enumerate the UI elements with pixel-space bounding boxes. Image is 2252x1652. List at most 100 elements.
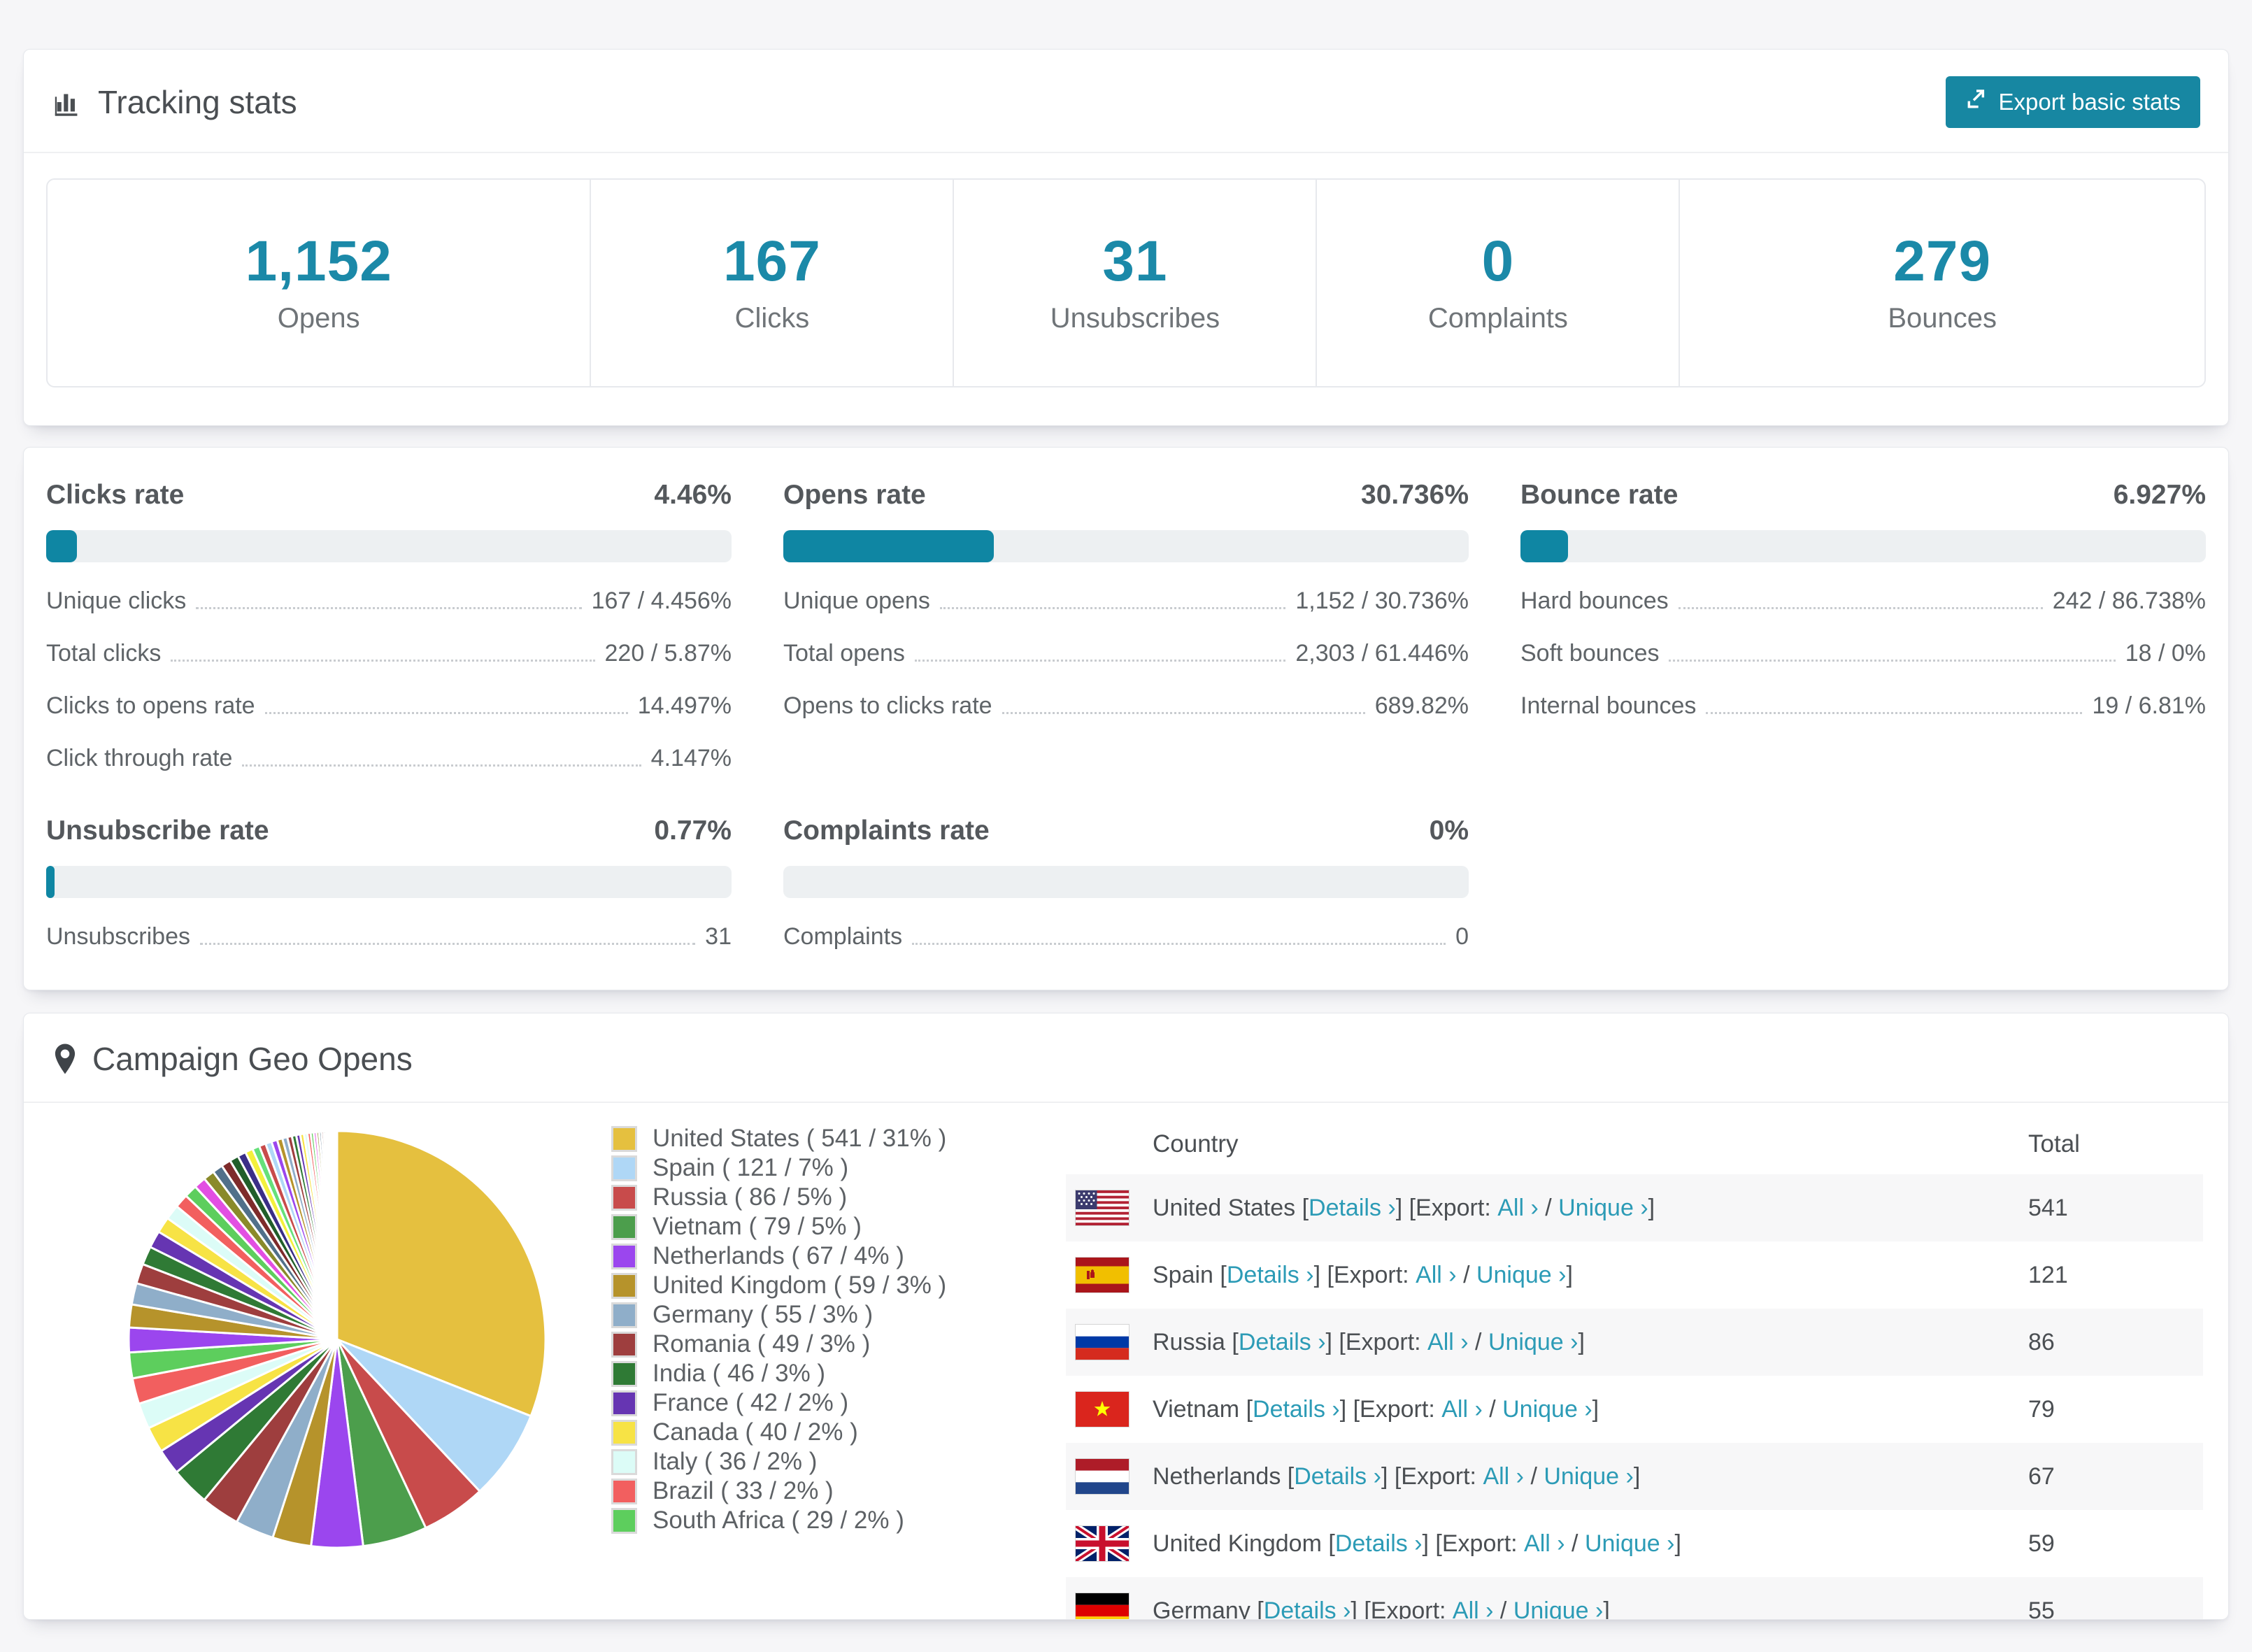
metric-value: 0 [1455,923,1469,950]
export-unique-link[interactable]: Unique › [1558,1195,1648,1222]
dotted-leader [199,943,696,945]
tracking-stats-card: Tracking stats Export basic stats 1,152 O… [23,49,2229,426]
country-cell: Germany [Details ›] [Export: All › / Uni… [1066,1593,2028,1620]
bracket-text: [ [1287,1462,1295,1490]
details-link[interactable]: Details › [1294,1463,1381,1490]
tracking-stats-title: Tracking stats [52,83,297,121]
export-unique-link[interactable]: Unique › [1502,1396,1592,1423]
pie-slice-other [334,1130,338,1341]
export-unique-link[interactable]: Unique › [1513,1597,1604,1620]
export-basic-stats-button[interactable]: Export basic stats [1945,76,2200,128]
map-pin-icon [52,1043,78,1075]
rate-section-opens: Opens rate 30.736% Unique opens 1,152 / 30.… [783,480,1469,772]
separator-text: / [1482,1395,1503,1423]
total-cell: 55 [2028,1597,2055,1620]
country-name: United States [1153,1194,1302,1221]
metric-value: 14.497% [637,692,732,719]
metric-value: 167 / 4.456% [591,588,732,614]
rate-value: 0.77% [654,816,732,846]
details-link[interactable]: Details › [1264,1597,1351,1620]
export-unique-link[interactable]: Unique › [1476,1262,1567,1289]
legend-item-vietnam: Vietnam ( 79 / 5% ) [611,1212,1066,1241]
table-row-vietnam: Vietnam [Details ›] [Export: All › / Uni… [1066,1376,2203,1443]
metric-row: Hard bounces 242 / 86.738% [1520,588,2206,615]
metric-row: Unsubscribes 31 [46,923,732,950]
rate-section-unsubscribe: Unsubscribe rate 0.77% Unsubscribes 31 [46,816,732,950]
export-all-link[interactable]: All › [1524,1530,1565,1558]
legend-label: Netherlands ( 67 / 4% ) [653,1242,904,1269]
metric-label: Total clicks [46,640,162,667]
geo-opens-title: Campaign Geo Opens [52,1040,413,1078]
bracket-text: ] [Export: [1422,1530,1525,1557]
table-row-netherlands: Netherlands [Details ›] [Export: All › /… [1066,1443,2203,1510]
bracket-text: ] [1592,1395,1599,1423]
export-all-link[interactable]: All › [1453,1597,1494,1620]
total-cell: 86 [2028,1328,2055,1355]
export-unique-link[interactable]: Unique › [1585,1530,1675,1558]
progress-fill [783,530,995,562]
legend-item-united-states: United States ( 541 / 31% ) [611,1124,1066,1153]
total-cell: 67 [2028,1462,2055,1490]
metric-value: 242 / 86.738% [2052,588,2206,614]
details-link[interactable]: Details › [1239,1329,1326,1356]
export-all-link[interactable]: All › [1497,1195,1539,1222]
legend-swatch [611,1331,637,1358]
bracket-text: ] [Export: [1313,1261,1416,1288]
legend-item-italy: Italy ( 36 / 2% ) [611,1447,1066,1476]
export-all-link[interactable]: All › [1427,1329,1469,1356]
legend-item-france: France ( 42 / 2% ) [611,1388,1066,1418]
export-unique-link[interactable]: Unique › [1544,1463,1634,1490]
legend-label: South Africa ( 29 / 2% ) [653,1507,904,1534]
flag-ru-icon [1076,1325,1129,1360]
table-row-russia: Russia [Details ›] [Export: All › / Uniq… [1066,1309,2203,1376]
dotted-leader [1678,607,2043,609]
flag-de-icon [1076,1593,1129,1619]
bracket-text: ] [Export: [1351,1597,1453,1620]
legend-item-germany: Germany ( 55 / 3% ) [611,1300,1066,1330]
metric-value: 4.147% [650,745,732,771]
stat-label: Bounces [1888,303,1997,334]
legend-label: Russia ( 86 / 5% ) [653,1183,848,1211]
bracket-text: ] [Export: [1325,1328,1428,1355]
metric-label: Unique opens [783,588,930,614]
stat-tile-complaints: 0 Complaints [1316,180,1679,386]
bracket-text: ] [1603,1597,1610,1620]
metric-row: Unique opens 1,152 / 30.736% [783,588,1469,615]
separator-text: / [1456,1261,1476,1288]
metric-value: 1,152 / 30.736% [1295,588,1469,614]
details-link[interactable]: Details › [1335,1530,1423,1558]
legend-item-south-africa: South Africa ( 29 / 2% ) [611,1506,1066,1535]
metric-label: Click through rate [46,745,233,771]
metric-row: Unique clicks 167 / 4.456% [46,588,732,615]
details-link[interactable]: Details › [1227,1262,1314,1289]
legend-item-canada: Canada ( 40 / 2% ) [611,1418,1066,1447]
metric-label: Opens to clicks rate [783,692,992,719]
legend-item-spain: Spain ( 121 / 7% ) [611,1153,1066,1183]
metric-value: 220 / 5.87% [604,640,732,667]
export-all-link[interactable]: All › [1441,1396,1483,1423]
rate-head-opens: Opens rate 30.736% [783,480,1469,511]
details-link[interactable]: Details › [1253,1396,1340,1423]
stat-value: 167 [723,229,821,293]
geo-legend: United States ( 541 / 31% ) Spain ( 121 /… [611,1103,1066,1535]
rate-rows: Unsubscribes 31 [46,923,732,950]
progress-bar-complaints [783,866,1469,898]
legend-swatch [611,1419,637,1446]
dotted-leader [171,660,595,662]
rate-section-complaints: Complaints rate 0% Complaints 0 [783,816,1469,950]
stats-tiles: 1,152 Opens 167 Clicks 31 Unsubscribes 0 Compla… [46,178,2206,387]
export-all-link[interactable]: All › [1416,1262,1457,1289]
stat-label: Complaints [1427,303,1568,334]
dotted-leader [242,764,641,767]
bracket-text: ] [1648,1194,1655,1221]
export-all-link[interactable]: All › [1483,1463,1524,1490]
metric-value: 19 / 6.81% [2092,692,2206,719]
flag-vn-icon [1076,1392,1129,1427]
rate-section-clicks: Clicks rate 4.46% Unique clicks 167 / 4.456… [46,480,732,772]
rate-value: 30.736% [1361,480,1469,510]
rate-rows: Unique clicks 167 / 4.456% Total clicks 220… [46,588,732,772]
metric-row: Total clicks 220 / 5.87% [46,640,732,667]
details-link[interactable]: Details › [1309,1195,1396,1222]
export-unique-link[interactable]: Unique › [1488,1329,1578,1356]
stat-label: Clicks [734,303,810,334]
